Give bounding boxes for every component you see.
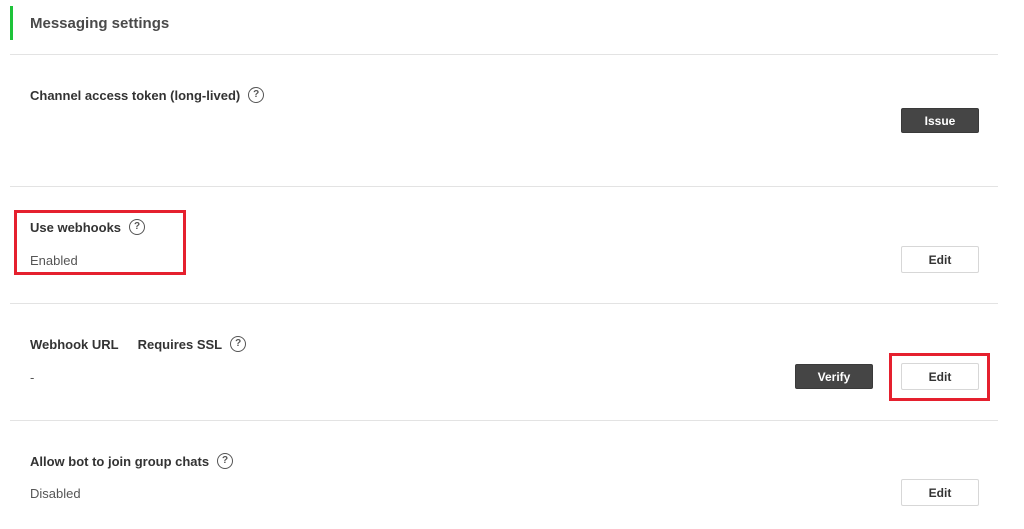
- question-circle-icon[interactable]: ?: [248, 87, 265, 103]
- divider: [10, 303, 998, 304]
- group-chats-value: Disabled: [30, 486, 81, 501]
- verify-button[interactable]: Verify: [795, 364, 873, 389]
- group-chats-label-group: Allow bot to join group chats ?: [30, 453, 234, 469]
- access-token-label-group: Channel access token (long-lived) ?: [30, 87, 265, 103]
- use-webhooks-label: Use webhooks: [30, 219, 122, 235]
- webhook-url-value: -: [30, 370, 35, 385]
- requires-ssl-label: Requires SSL: [137, 336, 223, 352]
- use-webhooks-value: Enabled: [30, 253, 78, 268]
- messaging-settings-page: Messaging settings Channel access token …: [0, 0, 1024, 529]
- edit-group-chats-button[interactable]: Edit: [901, 479, 979, 506]
- webhook-url-label-group: Webhook URL Requires SSL ?: [30, 336, 247, 352]
- section-header: Messaging settings: [10, 6, 169, 40]
- use-webhooks-label-group: Use webhooks ?: [30, 219, 146, 235]
- edit-webhook-url-button[interactable]: Edit: [901, 363, 979, 390]
- edit-webhooks-button[interactable]: Edit: [901, 246, 979, 273]
- question-circle-icon[interactable]: ?: [230, 336, 247, 352]
- webhook-url-label: Webhook URL: [30, 336, 119, 352]
- page-title: Messaging settings: [30, 14, 170, 32]
- question-circle-icon[interactable]: ?: [129, 219, 146, 235]
- divider: [10, 420, 998, 421]
- question-circle-icon[interactable]: ?: [217, 453, 234, 469]
- divider: [10, 186, 998, 187]
- divider: [10, 54, 998, 55]
- issue-button[interactable]: Issue: [901, 108, 979, 133]
- access-token-label: Channel access token (long-lived): [30, 87, 241, 103]
- group-chats-label: Allow bot to join group chats: [30, 453, 210, 469]
